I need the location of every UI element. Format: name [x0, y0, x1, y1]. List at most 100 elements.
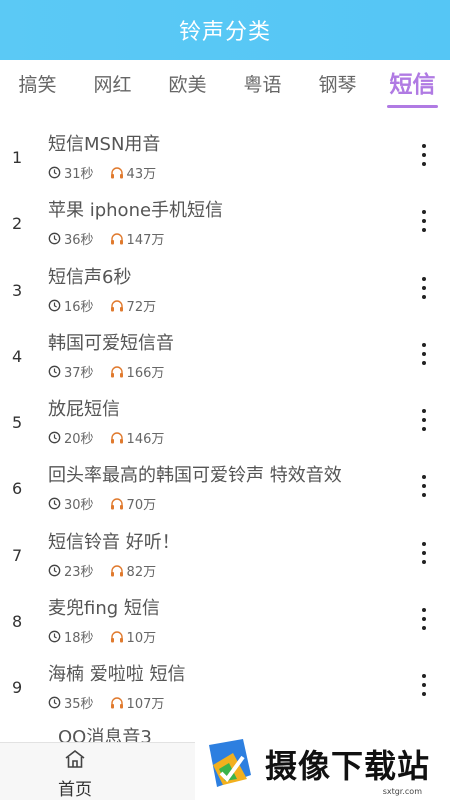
clock-icon: [48, 365, 61, 378]
duration-value: 35秒: [64, 697, 94, 713]
app-header: 铃声分类: [0, 0, 450, 60]
ringtone-name: 短信声6秒: [48, 266, 132, 288]
list-item[interactable]: 1 短信MSN用音 31秒 43万: [0, 122, 450, 188]
clock-icon: [48, 232, 61, 245]
headphones-icon: [110, 167, 123, 179]
ringtone-meta: 16秒 72万: [48, 296, 172, 315]
tab-cantonese[interactable]: 粤语: [225, 60, 300, 112]
ringtone-name: 短信铃音 好听！: [48, 531, 180, 553]
more-vertical-icon[interactable]: [410, 405, 438, 435]
ringtone-meta: 31秒 43万: [48, 163, 172, 182]
watermark-logo: [209, 739, 251, 787]
list-item[interactable]: 4 韩国可爱短信音 37秒 166万: [0, 321, 450, 387]
duration-value: 18秒: [64, 631, 94, 647]
more-vertical-icon[interactable]: [410, 206, 438, 236]
duration-value: 31秒: [64, 167, 94, 182]
tab-piano[interactable]: 钢琴: [300, 60, 375, 112]
duration-value: 23秒: [64, 564, 94, 580]
play-count-value: 166万: [126, 365, 165, 381]
watermark: 摄像下载站 sxtgr.com: [195, 728, 450, 800]
play-count: 70万: [110, 494, 157, 514]
headphones-icon: [110, 366, 123, 378]
row-number: 8: [12, 612, 23, 632]
list-item[interactable]: 7 短信铃音 好听！ 23秒 82万: [0, 520, 450, 586]
ringtone-name: 回头率最高的韩国可爱铃声 特效音效: [48, 465, 342, 487]
play-count: 10万: [110, 627, 157, 647]
ringtone-name: 放屁短信: [48, 399, 120, 421]
row-number: 5: [12, 413, 23, 433]
headphones-icon: [110, 498, 123, 510]
clock-icon: [48, 498, 61, 510]
play-count: 166万: [110, 362, 165, 381]
headphones-icon: [110, 631, 123, 643]
play-count: 82万: [110, 561, 157, 580]
ringtone-name: 苹果 iphone手机短信: [48, 200, 224, 222]
clock-icon: [48, 299, 61, 311]
ringtone-list: 1 短信MSN用音 31秒 43万 2 苹果 iphone手机短信 36秒 147万 3 短信声6…: [0, 122, 450, 785]
duration-value: 37秒: [64, 365, 94, 381]
duration: 37秒: [48, 362, 94, 381]
play-count-value: 43万: [126, 167, 157, 182]
play-count: 147万: [110, 229, 165, 249]
clock-icon: [48, 564, 61, 577]
headphones-icon: [110, 299, 123, 312]
play-count-value: 10万: [126, 631, 157, 647]
home-icon: [65, 749, 85, 768]
play-count-value: 72万: [126, 299, 157, 315]
play-count-value: 82万: [126, 564, 157, 580]
more-vertical-icon[interactable]: [410, 604, 438, 634]
nav-home-label: 首页: [58, 780, 92, 800]
headphones-icon: [110, 233, 123, 245]
play-count: 72万: [110, 296, 157, 315]
clock-icon: [48, 166, 61, 179]
list-item[interactable]: 5 放屁短信 20秒 146万: [0, 387, 450, 453]
more-vertical-icon[interactable]: [410, 670, 438, 700]
row-number: 7: [12, 545, 23, 565]
row-number: 4: [12, 346, 23, 366]
clock-icon: [48, 431, 61, 444]
duration-value: 16秒: [64, 299, 94, 315]
duration: 16秒: [48, 296, 94, 315]
ringtone-meta: 37秒 166万: [48, 362, 180, 381]
list-item[interactable]: 6 回头率最高的韩国可爱铃声 特效音效 30秒 70万: [0, 453, 450, 519]
list-item[interactable]: 9 海楠 爱啦啦 短信 35秒 107万: [0, 652, 450, 718]
tab-western[interactable]: 欧美: [150, 60, 225, 112]
more-vertical-icon[interactable]: [410, 273, 438, 303]
clock-icon: [48, 630, 61, 643]
duration: 30秒: [48, 494, 94, 513]
category-tabs: 搞笑 网红 欧美 粤语 钢琴 短信: [0, 60, 450, 112]
duration-value: 36秒: [64, 233, 94, 249]
headphones-icon: [110, 697, 123, 709]
ringtone-name: 海楠 爱啦啦 短信: [48, 664, 186, 686]
list-item[interactable]: 8 麦兜fing 短信 18秒 10万: [0, 586, 450, 652]
list-item[interactable]: 3 短信声6秒 16秒 72万: [0, 255, 450, 321]
play-count-value: 70万: [126, 498, 157, 514]
nav-home[interactable]: 首页: [30, 749, 120, 800]
clock-icon: [48, 697, 61, 709]
ringtone-meta: 35秒 107万: [48, 693, 180, 712]
headphones-icon: [110, 432, 123, 444]
duration-value: 30秒: [64, 498, 94, 514]
tab-funny[interactable]: 搞笑: [0, 60, 75, 112]
more-vertical-icon[interactable]: [410, 140, 438, 170]
ringtone-meta: 23秒 82万: [48, 561, 172, 580]
tab-sms[interactable]: 短信: [375, 60, 450, 112]
more-vertical-icon[interactable]: [410, 538, 438, 568]
list-item[interactable]: 2 苹果 iphone手机短信 36秒 147万: [0, 188, 450, 254]
more-vertical-icon[interactable]: [410, 471, 438, 501]
more-vertical-icon[interactable]: [410, 339, 438, 369]
page-title: 铃声分类: [178, 20, 271, 45]
ringtone-name: 短信MSN用音: [48, 134, 161, 155]
duration: 23秒: [48, 561, 94, 580]
ringtone-meta: 36秒 147万: [48, 229, 180, 248]
ringtone-meta: 30秒 70万: [48, 494, 172, 513]
tab-influencer[interactable]: 网红: [75, 60, 150, 112]
duration: 35秒: [48, 693, 94, 712]
row-number: 1: [12, 148, 23, 167]
duration-value: 20秒: [64, 432, 94, 448]
play-count-value: 147万: [126, 233, 165, 249]
play-count: 43万: [110, 163, 157, 182]
headphones-icon: [110, 565, 123, 577]
duration: 36秒: [48, 229, 94, 248]
row-number: 6: [12, 479, 23, 499]
